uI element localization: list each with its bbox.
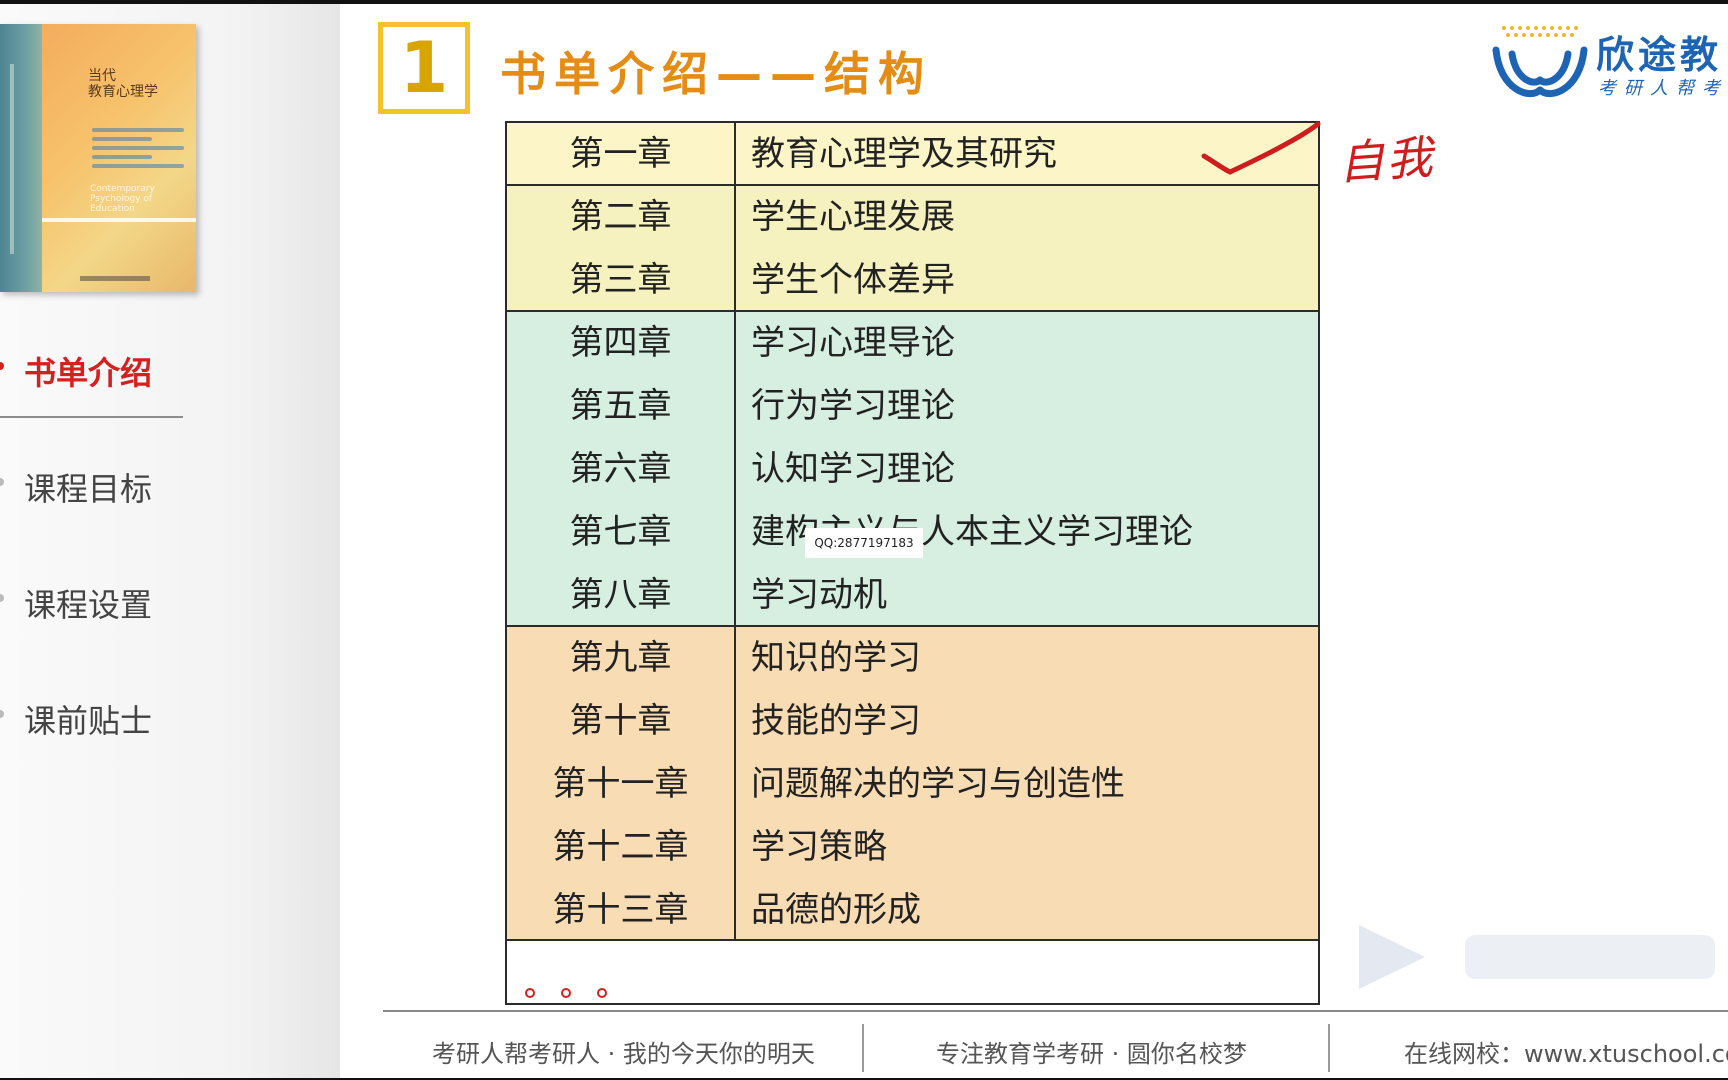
chapter-title: 知识的学习 xyxy=(751,638,921,678)
page-title: 书单介绍——结构 xyxy=(500,47,932,101)
brand-logo: 欣途教 考研人帮考 xyxy=(1490,20,1728,110)
section-number-badge: 1 xyxy=(378,22,470,114)
nav-bullet xyxy=(0,478,4,486)
table-row: 第五章 行为学习理论 xyxy=(507,375,1318,438)
book-title-line2: 教育心理学 xyxy=(88,84,158,100)
nav-item-label: 书单介绍 xyxy=(24,354,153,392)
table-row: 第九章 知识的学习 xyxy=(507,627,1318,690)
nav-active-underline xyxy=(0,416,183,418)
footer-website: 在线网校：www.xtuschool.co xyxy=(1404,1040,1728,1068)
nav-bullet xyxy=(0,710,4,718)
chapter-number: 第十三章 xyxy=(552,890,689,930)
chapter-title: 问题解决的学习与创造性 xyxy=(751,764,1125,804)
table-row: 第三章 学生个体差异 xyxy=(507,249,1318,312)
chapter-title: 认知学习理论 xyxy=(751,449,955,489)
book-title: 当代 教育心理学 xyxy=(88,68,188,100)
chapter-number: 第六章 xyxy=(569,449,672,489)
play-logo-watermark-icon xyxy=(1359,925,1715,989)
book-cover-image: 当代 教育心理学 Contemporary Psychology of Educ… xyxy=(0,24,196,292)
table-row: 第十章 技能的学习 xyxy=(507,690,1318,753)
nav-item-label: 课程设置 xyxy=(24,586,153,624)
chapter-title: 学生心理发展 xyxy=(751,197,955,237)
footer-rule xyxy=(383,1010,1728,1012)
chapter-number: 第十二章 xyxy=(552,827,689,867)
nav-item-course-setup[interactable]: 课程设置 xyxy=(0,566,200,682)
ellipsis-dots xyxy=(525,983,633,1002)
logo-wave-icon xyxy=(1492,26,1588,98)
section-nav: 书单介绍 课程目标 课程设置 课前贴士 xyxy=(0,334,200,798)
book-structure-table: 第一章 教育心理学及其研究 第二章 学生心理发展 第三章 学生个体差异 第四章 … xyxy=(505,121,1320,1005)
table-row: 第八章 学习动机 xyxy=(507,564,1318,627)
chapter-title: 学习动机 xyxy=(751,575,887,615)
chapter-number: 第十一章 xyxy=(552,764,689,804)
footer-slogan-middle: 专注教育学考研 · 圆你名校梦 xyxy=(936,1040,1247,1068)
nav-item-booklist[interactable]: 书单介绍 xyxy=(0,334,200,450)
book-spine xyxy=(0,24,42,292)
table-row: 第十三章 品德的形成 xyxy=(507,879,1318,942)
chapter-title: 学习策略 xyxy=(751,827,887,867)
table-row: 第二章 学生心理发展 xyxy=(507,186,1318,249)
footer-separator xyxy=(1328,1024,1330,1072)
qq-watermark-label: QQ:2877197183 xyxy=(805,528,923,558)
logo-name: 欣途教 xyxy=(1596,33,1723,77)
nav-bullet xyxy=(0,362,4,370)
table-row: 第一章 教育心理学及其研究 xyxy=(507,123,1318,186)
footer-separator xyxy=(862,1024,864,1072)
nav-bullet xyxy=(0,594,4,602)
chapter-title: 品德的形成 xyxy=(751,890,921,930)
sidebar: 当代 教育心理学 Contemporary Psychology of Educ… xyxy=(0,4,340,1080)
book-english-title: Contemporary Psychology of Education xyxy=(90,184,155,214)
chapter-number: 第五章 xyxy=(569,386,672,426)
chapter-number: 第九章 xyxy=(569,638,672,678)
chapter-number: 第七章 xyxy=(569,512,672,552)
book-cover-lines xyxy=(92,128,184,173)
chapter-number: 第四章 xyxy=(569,323,672,363)
chapter-number: 第一章 xyxy=(569,134,672,174)
nav-item-label: 课程目标 xyxy=(24,470,153,508)
chapter-title: 学生个体差异 xyxy=(751,260,955,300)
chapter-number: 第二章 xyxy=(569,197,672,237)
chapter-number: 第十章 xyxy=(569,701,672,741)
handwritten-note: 自我 xyxy=(1336,129,1436,191)
chapter-number: 第八章 xyxy=(569,575,672,615)
table-row: 第六章 认知学习理论 xyxy=(507,438,1318,501)
nav-item-course-goals[interactable]: 课程目标 xyxy=(0,450,200,566)
chapter-number: 第三章 xyxy=(569,260,672,300)
table-row: 第十二章 学习策略 xyxy=(507,816,1318,879)
footer-slogan-left: 考研人帮考研人 · 我的今天你的明天 xyxy=(432,1040,815,1068)
table-row: 第四章 学习心理导论 xyxy=(507,312,1318,375)
book-title-line1: 当代 xyxy=(88,68,116,84)
chapter-title: 教育心理学及其研究 xyxy=(751,134,1057,174)
nav-item-tips[interactable]: 课前贴士 xyxy=(0,682,200,798)
chapter-title: 行为学习理论 xyxy=(751,386,955,426)
nav-item-label: 课前贴士 xyxy=(24,702,153,740)
table-row: 第十一章 问题解决的学习与创造性 xyxy=(507,753,1318,816)
logo-slogan: 考研人帮考 xyxy=(1598,78,1728,99)
chapter-title: 学习心理导论 xyxy=(751,323,955,363)
chapter-title: 技能的学习 xyxy=(751,701,921,741)
